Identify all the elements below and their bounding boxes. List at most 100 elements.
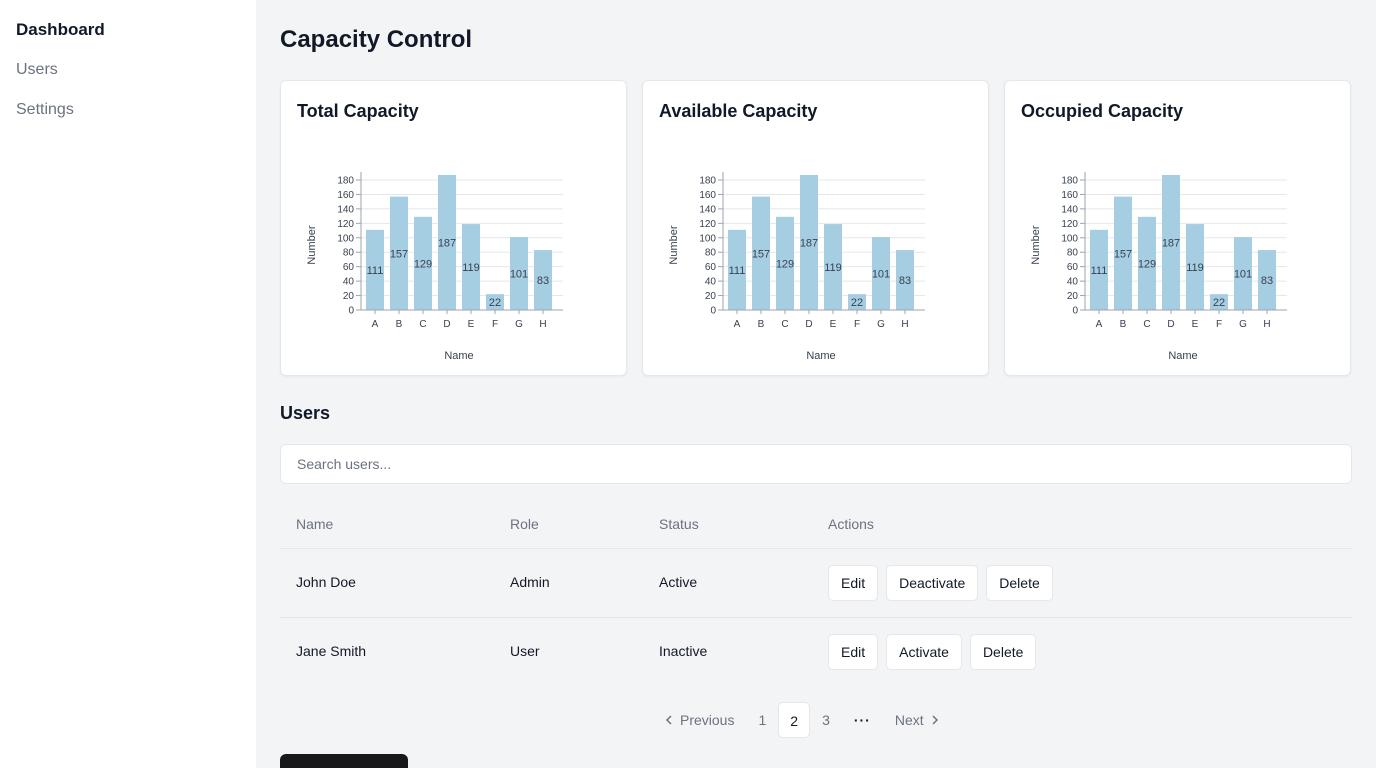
x-tick-label: A <box>1096 319 1103 330</box>
x-tick-label: E <box>830 319 837 330</box>
pagination: Previous 1 2 3 ··· Next <box>652 702 952 738</box>
search-users-input[interactable] <box>280 444 1352 484</box>
y-tick-label: 180 <box>1061 176 1078 187</box>
data-label: 119 <box>462 262 480 274</box>
previous-label: Previous <box>680 712 735 728</box>
data-label: 22 <box>851 297 863 309</box>
y-tick-label: 140 <box>337 204 354 215</box>
column-header-status: Status <box>659 516 699 532</box>
x-tick-label: B <box>1120 319 1127 330</box>
table-row: Jane Smith User Inactive Edit Activate D… <box>280 618 1352 687</box>
y-tick-label: 120 <box>1061 219 1078 230</box>
next-page-button[interactable]: Next <box>883 702 952 738</box>
y-tick-label: 80 <box>343 248 355 259</box>
edit-button[interactable]: Edit <box>828 565 879 601</box>
data-label: 157 <box>752 248 770 260</box>
x-tick-label: F <box>854 319 860 330</box>
y-tick-label: 120 <box>699 219 716 230</box>
data-label: 101 <box>872 269 890 281</box>
data-label: 187 <box>438 237 456 249</box>
table-row: John Doe Admin Active Edit Deactivate De… <box>280 549 1352 618</box>
y-tick-label: 160 <box>337 190 354 201</box>
data-label: 119 <box>1186 262 1204 274</box>
data-label: 83 <box>899 275 911 287</box>
x-tick-label: F <box>492 319 498 330</box>
y-tick-label: 160 <box>1061 190 1078 201</box>
next-label: Next <box>894 712 924 728</box>
y-tick-label: 40 <box>1067 277 1079 288</box>
user-role: Admin <box>510 574 550 590</box>
users-section-title: Users <box>280 403 331 423</box>
available-capacity-chart: 0 20 40 60 80 100 120 140 160 180 111 A 157 B 129 C 187 D… <box>668 172 925 362</box>
total-capacity-chart: 0 20 40 60 80 100 120 140 160 180 111 A 157 B 129 C 187 D… <box>306 172 563 362</box>
deactivate-button[interactable]: Deactivate <box>886 565 979 601</box>
y-axis-label: Number <box>306 225 318 264</box>
y-tick-label: 120 <box>337 219 354 230</box>
user-status: Inactive <box>659 643 708 659</box>
users-table: Name Role Status Actions John Doe Admin … <box>280 500 1352 687</box>
total-capacity-card: Total Capacity 0 20 40 60 80 100 120 140 160 180 1… <box>280 80 627 376</box>
y-tick-label: 180 <box>699 176 716 187</box>
sidebar-item-dashboard[interactable]: Dashboard <box>16 18 240 58</box>
previous-page-button[interactable]: Previous <box>652 702 746 738</box>
page-1-button[interactable]: 1 <box>746 702 778 738</box>
x-tick-label: G <box>877 319 885 330</box>
y-tick-label: 0 <box>348 306 354 317</box>
y-tick-label: 40 <box>705 277 717 288</box>
x-tick-label: D <box>443 319 450 330</box>
x-tick-label: H <box>539 319 546 330</box>
data-label: 111 <box>367 265 384 277</box>
y-tick-label: 20 <box>343 291 355 302</box>
user-name: Jane Smith <box>296 643 367 659</box>
sidebar-item-users[interactable]: Users <box>16 58 240 98</box>
x-axis-label: Name <box>444 350 473 362</box>
y-tick-label: 40 <box>343 277 355 288</box>
x-tick-label: F <box>1216 319 1222 330</box>
column-header-role: Role <box>510 516 539 532</box>
edit-button[interactable]: Edit <box>828 634 879 670</box>
delete-button[interactable]: Delete <box>969 634 1037 670</box>
user-status: Active <box>659 574 698 590</box>
page-2-button[interactable]: 2 <box>778 702 811 738</box>
delete-button[interactable]: Delete <box>986 565 1053 601</box>
data-label: 157 <box>1114 248 1132 260</box>
x-axis-label: Name <box>806 350 835 362</box>
x-tick-label: A <box>372 319 379 330</box>
user-role: User <box>510 643 540 659</box>
y-tick-label: 80 <box>1067 248 1079 259</box>
y-tick-label: 100 <box>337 233 354 244</box>
column-header-actions: Actions <box>828 516 874 532</box>
chevron-right-icon <box>932 715 938 725</box>
y-tick-label: 0 <box>710 306 716 317</box>
y-tick-label: 180 <box>337 176 354 187</box>
available-capacity-card: Available Capacity 0 20 40 60 80 100 120 140 160… <box>642 80 989 376</box>
table-header: Name Role Status Actions <box>280 500 1352 549</box>
y-tick-label: 140 <box>699 204 716 215</box>
main-content: Capacity Control Total Capacity 0 20 40 60 8… <box>280 0 1352 768</box>
x-tick-label: A <box>734 319 741 330</box>
primary-action-button[interactable] <box>280 754 408 768</box>
y-tick-label: 60 <box>705 262 717 273</box>
x-tick-label: G <box>1239 319 1247 330</box>
ellipsis-icon: ··· <box>853 712 871 728</box>
y-axis-label: Number <box>668 225 680 264</box>
data-label: 83 <box>537 275 549 287</box>
data-label: 129 <box>414 258 432 270</box>
x-tick-label: D <box>805 319 812 330</box>
data-label: 22 <box>489 297 501 309</box>
y-axis-label: Number <box>1030 225 1042 264</box>
x-axis-label: Name <box>1168 350 1197 362</box>
x-tick-label: H <box>901 319 908 330</box>
sidebar: Dashboard Users Settings <box>0 0 256 768</box>
data-label: 111 <box>1091 265 1108 277</box>
page-3-button[interactable]: 3 <box>810 702 842 738</box>
sidebar-item-settings[interactable]: Settings <box>16 98 240 138</box>
x-tick-label: E <box>468 319 475 330</box>
row-actions: Edit Deactivate Delete <box>828 565 1053 601</box>
activate-button[interactable]: Activate <box>886 634 962 670</box>
chevron-left-icon <box>665 715 672 725</box>
data-label: 157 <box>390 248 408 260</box>
x-tick-label: G <box>515 319 523 330</box>
data-label: 119 <box>824 262 842 274</box>
occupied-capacity-card: Occupied Capacity 0 20 40 60 80 100 120 140 160 1… <box>1004 80 1351 376</box>
